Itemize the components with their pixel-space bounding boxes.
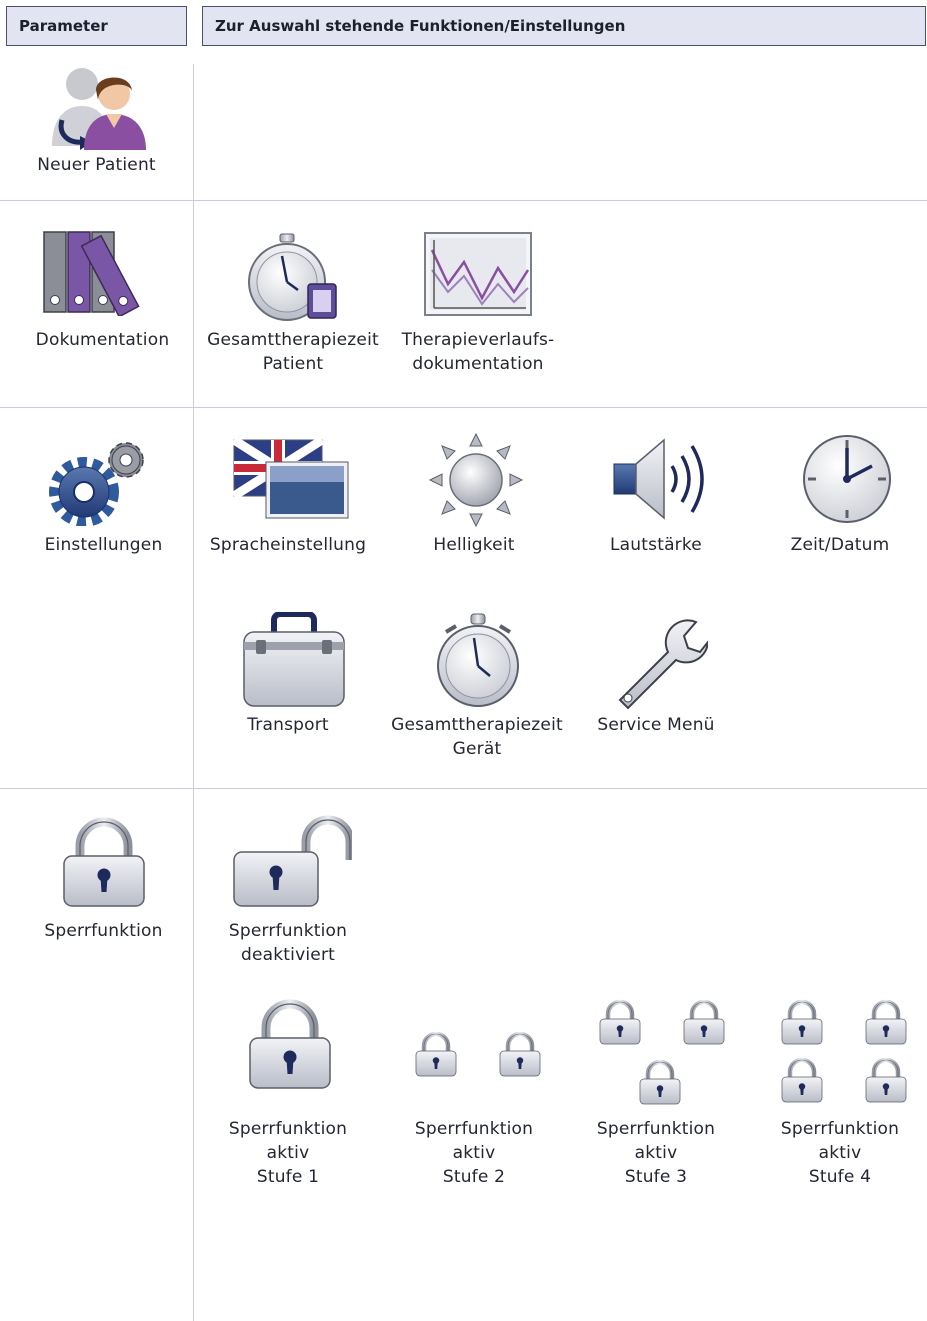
label-transport: Transport: [247, 715, 329, 735]
stopwatch-card-icon: [246, 232, 340, 322]
clock-icon: [802, 434, 892, 524]
chart-icon: [424, 232, 532, 316]
new-patient-icon: [38, 62, 150, 152]
padlock-icon: [56, 814, 152, 910]
speaker-icon: [610, 436, 714, 522]
padlocks-3-icon: [594, 998, 728, 1110]
label-lock-level-3: Sperrfunktion aktiv Stufe 3: [596, 1119, 716, 1187]
flags-icon: [232, 438, 350, 520]
gears-icon: [48, 436, 156, 526]
label-time-date: Zeit/Datum: [790, 535, 890, 555]
binders-icon: [40, 228, 166, 316]
label-lock: Sperrfunktion: [44, 921, 163, 941]
label-new-patient: Neuer Patient: [37, 155, 156, 175]
stopwatch-icon: [434, 612, 522, 710]
label-lock-level-2: Sperrfunktion aktiv Stufe 2: [414, 1119, 534, 1187]
label-lock-level-1: Sperrfunktion aktiv Stufe 1: [228, 1119, 348, 1187]
label-volume: Lautstärke: [610, 535, 702, 555]
label-brightness: Helligkeit: [433, 535, 515, 555]
header-parameter: Parameter: [6, 6, 187, 46]
column-divider: [193, 64, 194, 1321]
row-divider: [0, 200, 927, 201]
sun-icon: [428, 432, 524, 528]
label-service-menu: Service Menü: [597, 715, 715, 735]
label-lock-deactivated: Sperrfunktion deaktiviert: [228, 921, 348, 965]
row-divider: [0, 788, 927, 789]
suitcase-icon: [242, 612, 346, 708]
padlocks-4-icon: [776, 998, 914, 1110]
wrench-icon: [612, 614, 708, 710]
label-total-therapy-time-patient: Gesamttherapiezeit Patient: [207, 330, 379, 374]
label-total-therapy-time-device: Gesamttherapiezeit Gerät: [391, 715, 563, 759]
row-divider: [0, 407, 927, 408]
padlock-icon: [242, 996, 338, 1092]
label-therapy-progress-documentation: Therapieverlaufs- dokumentation: [401, 330, 555, 374]
label-lock-level-4: Sperrfunktion aktiv Stufe 4: [780, 1119, 900, 1187]
header-functions: Zur Auswahl stehende Funktionen/Einstell…: [202, 6, 926, 46]
padlocks-2-icon: [410, 1030, 544, 1080]
label-documentation: Dokumentation: [35, 330, 170, 350]
padlock-open-icon: [232, 810, 352, 910]
label-settings: Einstellungen: [44, 535, 163, 555]
label-language: Spracheinstellung: [209, 535, 367, 555]
